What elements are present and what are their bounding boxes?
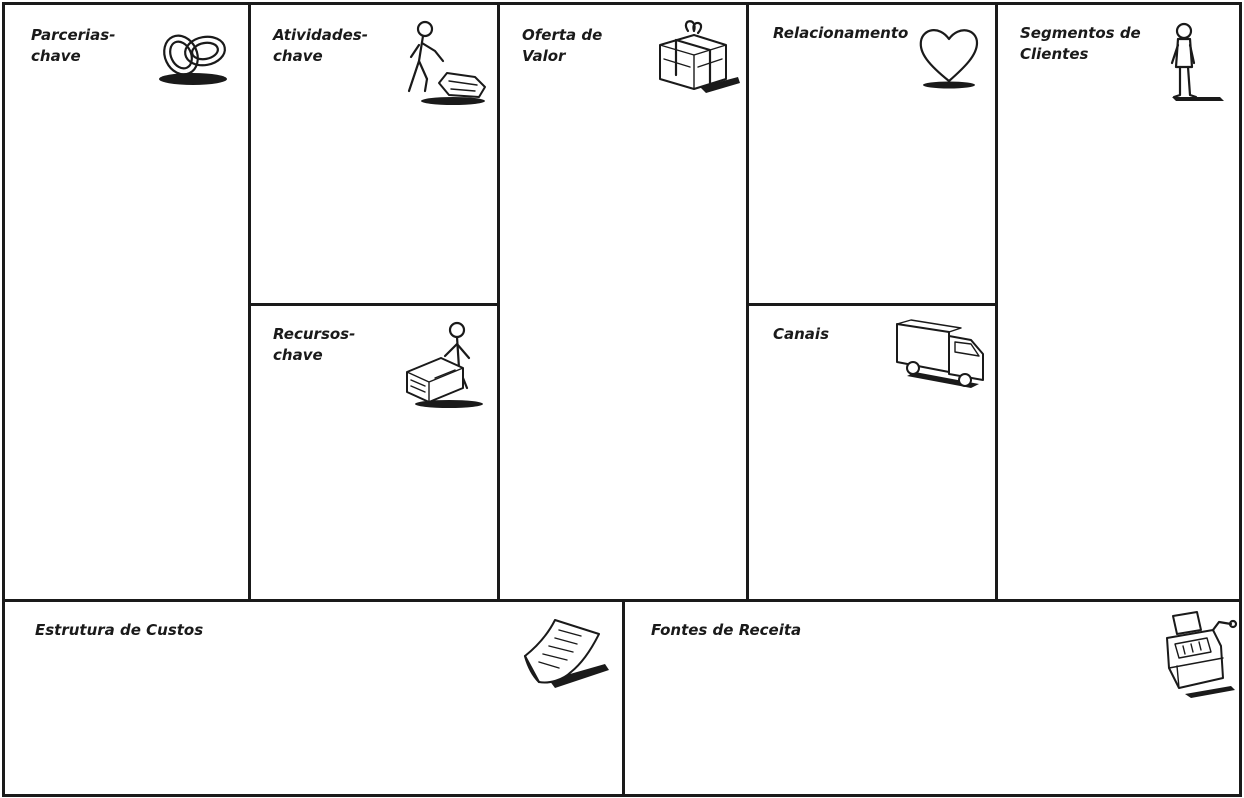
key-partners-block: Parcerias- chave (2, 2, 251, 602)
customer-segments-title: Segmentos de Clientes (1020, 24, 1141, 63)
cost-structure-block: Estrutura de Custos (2, 599, 625, 797)
invoice-icon (519, 614, 611, 694)
business-model-canvas: Parcerias- chave Atividades- chave Recur… (0, 0, 1244, 798)
truck-icon (891, 318, 987, 390)
key-resources-block: Recursos- chave (248, 303, 500, 602)
value-proposition-title: Oferta de Valor (522, 26, 603, 65)
cost-structure-title: Estrutura de Custos (35, 621, 204, 639)
machine-icon (397, 316, 487, 410)
key-partners-title: Parcerias- chave (31, 26, 116, 65)
key-activities-block: Atividades- chave (248, 2, 500, 306)
customer-relationships-block: Relacionamento (746, 2, 998, 306)
value-proposition-block: Oferta de Valor (497, 2, 749, 602)
person-icon (1162, 21, 1226, 103)
customer-segments-block: Segmentos de Clientes (995, 2, 1242, 602)
channels-block: Canais (746, 303, 998, 602)
key-activities-title: Atividades- chave (273, 26, 368, 65)
key-resources-title: Recursos- chave (273, 325, 356, 364)
worker-icon (405, 17, 489, 105)
customer-relationships-title: Relacionamento (773, 24, 909, 42)
channels-title: Canais (773, 325, 830, 343)
revenue-streams-block: Fontes de Receita (622, 599, 1242, 797)
linked-rings-icon (151, 23, 235, 89)
revenue-streams-title: Fontes de Receita (651, 621, 802, 639)
cash-register-icon (1161, 608, 1241, 702)
heart-icon (917, 21, 985, 91)
gift-icon (654, 17, 740, 95)
